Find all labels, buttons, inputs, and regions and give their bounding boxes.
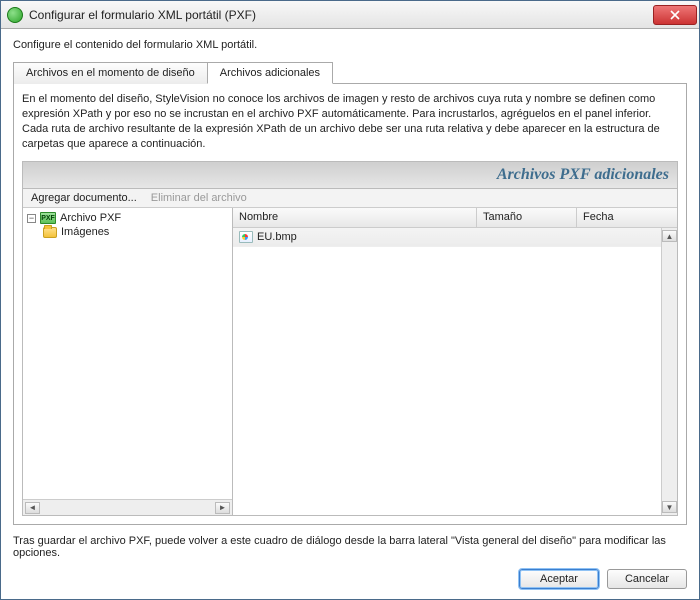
column-header-size[interactable]: Tamaño — [477, 208, 577, 227]
list-item[interactable]: EU.bmp — [233, 228, 677, 247]
additional-files-group: Archivos PXF adicionales Agregar documen… — [22, 161, 678, 516]
cancel-button[interactable]: Cancelar — [607, 569, 687, 589]
ok-button[interactable]: Aceptar — [519, 569, 599, 589]
folder-tree[interactable]: − PXF Archivo PXF Imágenes — [23, 208, 232, 499]
tree-item-label: Imágenes — [61, 226, 109, 238]
close-button[interactable] — [653, 5, 697, 25]
group-title: Archivos PXF adicionales — [23, 162, 677, 189]
dialog-window: Configurar el formulario XML portátil (P… — [0, 0, 700, 600]
file-list-pane: Nombre Tamaño Fecha EU.bmp — [233, 208, 677, 515]
split-panes: − PXF Archivo PXF Imágenes ◄ ► — [23, 208, 677, 515]
scroll-down-icon[interactable]: ▼ — [662, 501, 677, 513]
scroll-left-icon[interactable]: ◄ — [25, 502, 40, 514]
tab-strip: Archivos en el momento de diseño Archivo… — [13, 61, 687, 84]
group-toolbar: Agregar documento... Eliminar del archiv… — [23, 189, 677, 208]
titlebar[interactable]: Configurar el formulario XML portátil (P… — [1, 1, 699, 29]
tab-design-time-files[interactable]: Archivos en el momento de diseño — [13, 62, 207, 84]
image-file-icon — [239, 231, 253, 243]
tree-root-label: Archivo PXF — [60, 212, 121, 224]
column-header-name[interactable]: Nombre — [233, 208, 477, 227]
tab-help-text: En el momento del diseño, StyleVision no… — [22, 92, 678, 151]
tree-hscrollbar[interactable]: ◄ ► — [23, 499, 232, 515]
tree-item-images[interactable]: Imágenes — [27, 225, 228, 239]
dialog-description: Configure el contenido del formulario XM… — [13, 39, 687, 51]
tree-root[interactable]: − PXF Archivo PXF — [27, 211, 228, 225]
file-name: EU.bmp — [257, 231, 297, 243]
app-icon — [7, 7, 23, 23]
file-list[interactable]: EU.bmp — [233, 228, 677, 515]
remove-from-archive-button: Eliminar del archivo — [151, 192, 247, 204]
scroll-right-icon[interactable]: ► — [215, 502, 230, 514]
dialog-content: Configure el contenido del formulario XM… — [1, 29, 699, 599]
add-document-button[interactable]: Agregar documento... — [31, 192, 137, 204]
scroll-up-icon[interactable]: ▲ — [662, 230, 677, 242]
list-vscrollbar[interactable]: ▲ ▼ — [661, 228, 677, 515]
close-icon — [670, 10, 680, 20]
tab-label: Archivos adicionales — [220, 67, 320, 79]
column-header-date[interactable]: Fecha — [577, 208, 677, 227]
pxf-icon: PXF — [40, 212, 56, 224]
window-title: Configurar el formulario XML portátil (P… — [29, 8, 653, 22]
tab-label: Archivos en el momento de diseño — [26, 67, 195, 79]
folder-icon — [43, 227, 57, 238]
list-header: Nombre Tamaño Fecha — [233, 208, 677, 228]
collapse-icon[interactable]: − — [27, 214, 36, 223]
tab-additional-files[interactable]: Archivos adicionales — [207, 62, 333, 84]
footer-note: Tras guardar el archivo PXF, puede volve… — [13, 535, 687, 559]
dialog-buttons: Aceptar Cancelar — [13, 569, 687, 589]
tab-body: En el momento del diseño, StyleVision no… — [13, 84, 687, 525]
tree-pane: − PXF Archivo PXF Imágenes ◄ ► — [23, 208, 233, 515]
